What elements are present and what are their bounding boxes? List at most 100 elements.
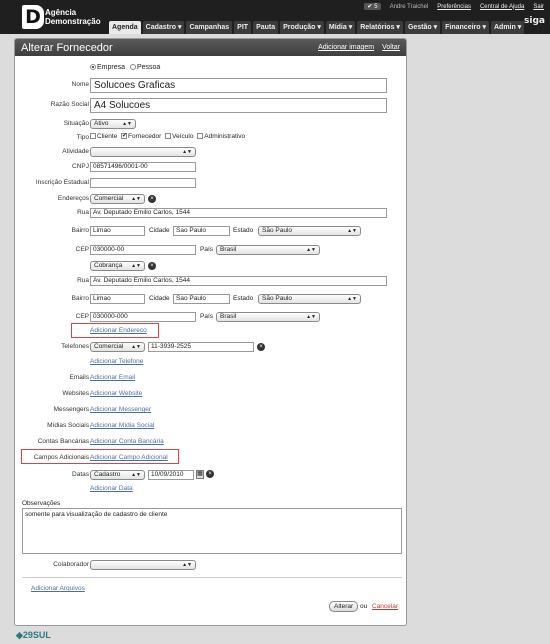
rua-label: Rua [77, 209, 89, 216]
chevron-down-icon: ▲▼ [347, 228, 357, 234]
contas-label: Contas Bancárias [37, 438, 89, 445]
nav-tab-pit[interactable]: PIT [234, 21, 252, 34]
endereco2-type-select[interactable]: Cobrança ▲▼ [90, 261, 145, 271]
razao-label: Razão Social [50, 101, 89, 108]
add-midia-link[interactable]: Adicionar Mídia Social [90, 422, 154, 429]
colaborador-label: Colaborador [53, 561, 89, 568]
agency-name-line1: Agência [45, 8, 77, 17]
add-website-link[interactable]: Adicionar Website [90, 390, 142, 397]
veiculo-checkbox[interactable] [165, 133, 172, 140]
razao-social-input[interactable]: A4 Solucoes [90, 98, 387, 113]
calendar-icon[interactable]: ▦ [196, 470, 204, 479]
nav-tab-agenda[interactable]: Agenda [109, 21, 141, 34]
tipo-checkboxes: Cliente ✔Fornecedor Veículo Administrati… [90, 133, 245, 140]
endereco2-bairro-input[interactable]: Limao [90, 294, 145, 304]
add-arquivos-link[interactable]: Adicionar Arquivos [31, 585, 85, 592]
endereco1-pais-value: Brasil [220, 246, 237, 253]
endereco1-pais-select[interactable]: Brasil ▲▼ [216, 245, 320, 255]
submit-button[interactable]: Alterar [329, 601, 359, 612]
user-bar: ✔ 5 Andre Traichel Preferências Central d… [364, 3, 544, 10]
add-endereco-link[interactable]: Adicionar Endereco [90, 327, 147, 334]
chevron-down-icon: ▲▼ [347, 296, 357, 302]
main-nav: Agenda Cadastro ▾ Campanhas PIT Pauta Pr… [109, 21, 525, 34]
add-image-link[interactable]: Adicionar imagem [318, 44, 374, 51]
endereco2-estado-select[interactable]: São Paulo ▲▼ [258, 294, 361, 304]
chevron-down-icon: ▲▼ [131, 196, 141, 202]
observacoes-textarea[interactable]: somente para visualização de cadastro de… [22, 508, 402, 554]
footer-logo: ◆29SUL [16, 630, 51, 640]
cliente-checkbox[interactable] [90, 133, 96, 140]
remove-telefone-icon[interactable]: × [257, 343, 265, 351]
cep-label: CEP [75, 246, 89, 253]
endereco1-type-value: Comercial [94, 195, 124, 202]
nav-tab-gestao[interactable]: Gestão ▾ [404, 21, 441, 34]
add-conta-link[interactable]: Adicionar Conta Bancária [90, 438, 164, 445]
colaborador-select[interactable]: ▲▼ [90, 560, 196, 570]
nav-tab-relatorios[interactable]: Relatórios ▾ [357, 21, 403, 34]
remove-data-icon[interactable]: × [206, 470, 214, 478]
pessoa-radio[interactable] [129, 64, 136, 71]
nome-input[interactable]: Solucoes Graficas [90, 78, 387, 93]
situacao-label: Situação [63, 120, 89, 127]
telefone-type-select[interactable]: Comercial ▲▼ [90, 342, 145, 352]
empresa-radio[interactable] [90, 64, 96, 71]
situacao-select[interactable]: Ativo ▲▼ [90, 119, 136, 129]
logout-link[interactable]: Sair [533, 4, 544, 10]
endereco1-cidade-input[interactable]: Sao Paulo [173, 226, 230, 236]
chevron-down-icon: ▲▼ [182, 149, 192, 155]
enderecos-label: Endereços [57, 195, 89, 202]
rua2-label: Rua [77, 277, 89, 284]
endereco1-estado-select[interactable]: São Paulo ▲▼ [258, 226, 361, 236]
atividade-select[interactable]: ▲▼ [90, 147, 196, 157]
page-title: Alterar Fornecedor [21, 42, 113, 54]
cancel-link[interactable]: Cancelar [372, 603, 398, 610]
add-telefone-link[interactable]: Adicionar Telefone [90, 358, 143, 365]
panel-header: Alterar Fornecedor Adicionar imagem Volt… [15, 39, 406, 56]
endereco2-estado-value: São Paulo [262, 295, 292, 302]
remove-endereco2-icon[interactable]: × [148, 262, 156, 270]
nav-tab-campanhas[interactable]: Campanhas [186, 21, 233, 34]
endereco1-bairro-input[interactable]: Limao [90, 226, 145, 236]
administrativo-checkbox[interactable] [197, 133, 204, 140]
endereco2-cep-input[interactable]: 030000-000 [90, 312, 196, 322]
add-campo-link[interactable]: Adicionar Campo Adicional [90, 454, 168, 461]
endereco2-rua-input[interactable]: Av. Deputado Emilio Carlos, 1544 [90, 276, 387, 286]
add-messenger-link[interactable]: Adicionar Messenger [90, 406, 151, 413]
agency-name-line2: Demonstração [45, 17, 101, 26]
chevron-down-icon: ▲▼ [122, 121, 132, 127]
person-type-group: Empresa Pessoa [90, 64, 160, 71]
fornecedor-checkbox[interactable]: ✔ [121, 133, 127, 140]
endereco1-type-select[interactable]: Comercial ▲▼ [90, 194, 145, 204]
nav-tab-cadastro[interactable]: Cadastro ▾ [142, 21, 185, 34]
nav-tab-producao[interactable]: Produção ▾ [280, 21, 324, 34]
messengers-label: Messengers [53, 406, 89, 413]
back-link[interactable]: Voltar [382, 44, 400, 51]
nav-tab-financeiro[interactable]: Financeiro ▾ [442, 21, 489, 34]
midias-label: Mídias Sociais [47, 422, 89, 429]
check-icon: ✔ [367, 4, 373, 10]
endereco2-type-value: Cobrança [94, 262, 123, 269]
nav-tab-admin[interactable]: Admin ▾ [491, 21, 525, 34]
endereco2-pais-select[interactable]: Brasil ▲▼ [216, 312, 320, 322]
data-type-select[interactable]: Cadastro ▲▼ [90, 470, 145, 480]
endereco2-cidade-input[interactable]: Sao Paulo [173, 294, 230, 304]
telefone-type-value: Comercial [94, 343, 124, 350]
data-input[interactable]: 10/09/2010 [148, 470, 194, 480]
cnpj-input[interactable]: 08571496/0001-00 [90, 162, 196, 172]
notifications-badge[interactable]: ✔ 5 [364, 3, 381, 10]
remove-endereco1-icon[interactable]: × [148, 195, 156, 203]
preferences-link[interactable]: Preferências [437, 4, 471, 10]
agency-name: Agência Demonstração [45, 8, 101, 26]
nav-tab-pauta[interactable]: Pauta [253, 21, 279, 34]
inscricao-estadual-input[interactable] [90, 178, 196, 188]
add-email-link[interactable]: Adicionar Email [90, 374, 135, 381]
endereco1-rua-input[interactable]: Av. Deputado Emilio Carlos, 1544 [90, 208, 387, 218]
help-center-link[interactable]: Central de Ajuda [480, 4, 524, 10]
telefone-input[interactable]: 11-3939-2525 [148, 342, 254, 352]
endereco1-cep-input[interactable]: 030000-00 [90, 245, 196, 255]
cidade-label: Cidade [149, 227, 170, 234]
add-data-link[interactable]: Adicionar Data [90, 485, 133, 492]
campos-label: Campos Adicionais [33, 454, 89, 461]
observacoes-label: Observações [22, 500, 61, 507]
nav-tab-midia[interactable]: Mídia ▾ [325, 21, 356, 34]
